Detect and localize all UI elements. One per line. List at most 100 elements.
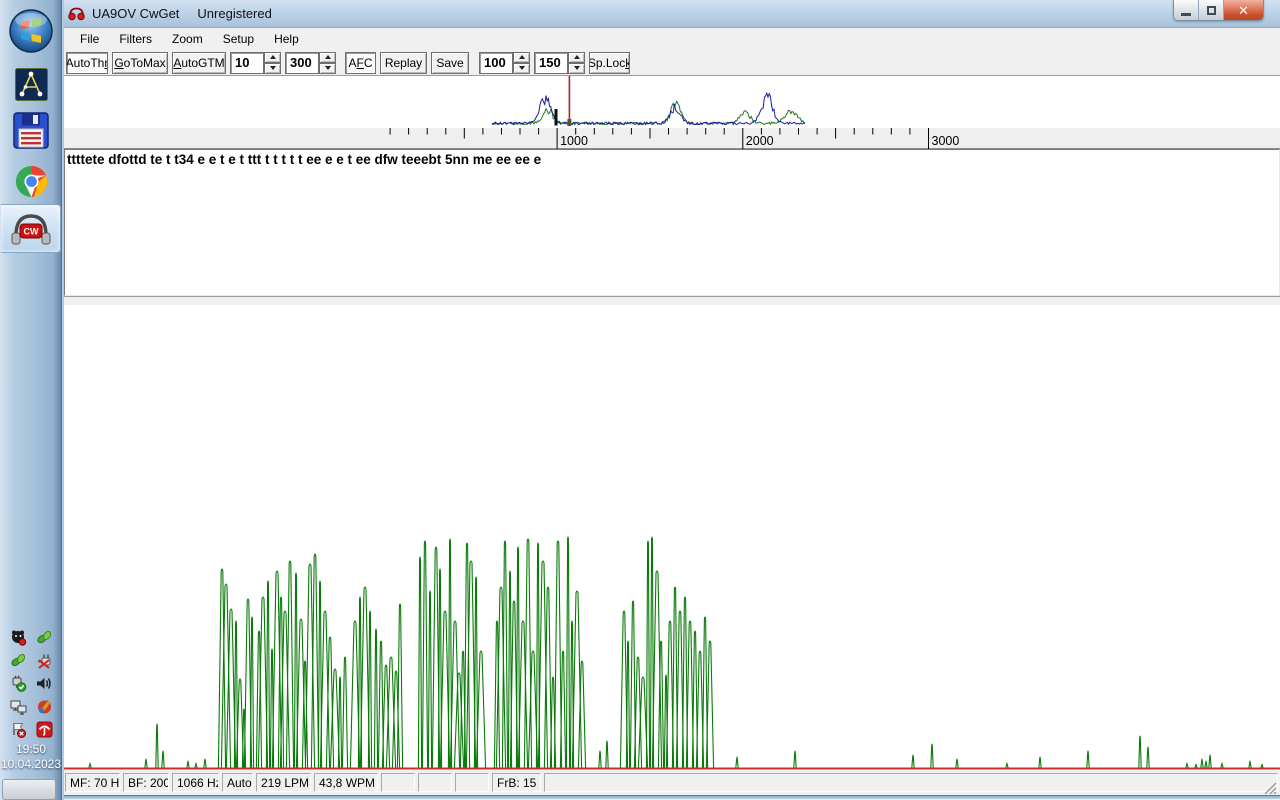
speed-min-spinner-value[interactable]: 100 <box>479 52 513 74</box>
taskbar-clock[interactable]: 19:50 10.04.2023 <box>0 742 62 772</box>
speed-max-spinner-down[interactable] <box>568 63 585 74</box>
threshold-spinner: 10 <box>230 52 281 74</box>
svg-text:CW: CW <box>23 226 38 236</box>
replay-button[interactable]: Replay <box>380 52 427 74</box>
spectrum-display[interactable] <box>64 76 1280 128</box>
desktop: CW <box>0 0 1280 800</box>
frequency-ruler: 1000 2000 3000 <box>64 128 1280 149</box>
speed-max-spinner: 150 <box>534 52 585 74</box>
speed-min-spinner-up[interactable] <box>513 52 530 63</box>
spectrum-plot <box>64 76 1280 128</box>
noise-filter-spinner-value[interactable]: 300 <box>285 52 319 74</box>
status-bar: MF: 70 HzBF: 2001066 HzAuto219 LPM43,8 W… <box>64 770 1280 795</box>
close-button[interactable]: ✕ <box>1224 0 1263 21</box>
window-title: UA9OV CwGet <box>92 6 179 21</box>
menu-bar: FileFiltersZoomSetupHelp <box>64 28 1280 50</box>
status-cell-0: MF: 70 Hz <box>65 773 120 792</box>
svg-text:1000: 1000 <box>560 134 588 148</box>
arrow-up-icon <box>325 55 331 59</box>
avira-antivirus-icon[interactable] <box>36 721 53 738</box>
noise-filter-spinner-down[interactable] <box>319 63 336 74</box>
cwget-window: UA9OV CwGet Unregistered ✕ FileFiltersZo… <box>62 0 1280 800</box>
taskbar-item-chrome[interactable] <box>0 162 62 200</box>
status-cell-1: BF: 200 <box>123 773 169 792</box>
start-button[interactable] <box>0 7 62 55</box>
minimize-button[interactable] <box>1174 0 1199 21</box>
chrome-icon <box>15 165 48 198</box>
close-icon: ✕ <box>1238 3 1249 19</box>
arrow-down-icon <box>519 66 525 70</box>
svg-text:2000: 2000 <box>746 134 774 148</box>
menu-item-zoom[interactable]: Zoom <box>164 30 211 48</box>
status-cell-9: FrB: 15 <box>492 773 541 792</box>
toolbar: AutoThrGoToMaxAutoGTM10 300 AFCReplaySave 1… <box>64 50 1280 76</box>
threshold-spinner-value[interactable]: 10 <box>230 52 264 74</box>
status-cell-4: 219 LPM <box>256 773 311 792</box>
resize-grip[interactable] <box>1264 782 1277 795</box>
signal-oscillogram <box>64 305 1280 770</box>
menu-item-help[interactable]: Help <box>266 30 307 48</box>
floppy-save-icon <box>13 112 49 149</box>
network-icon[interactable] <box>9 698 27 715</box>
windows-start-icon <box>8 8 54 54</box>
status-cell-6 <box>381 773 415 792</box>
messenger-notification-icon[interactable] <box>10 629 27 646</box>
frequency-axis: 1000 2000 3000 <box>64 128 1280 149</box>
svg-text:3000: 3000 <box>932 134 960 148</box>
arrow-down-icon <box>574 66 580 70</box>
system-tray <box>0 626 62 741</box>
arrow-up-icon <box>574 55 580 59</box>
status-cell-8 <box>455 773 489 792</box>
decoded-text-area[interactable]: ttttete dfottd te t t34 e e t e t ttt t … <box>64 149 1280 296</box>
leaf-icon-2[interactable] <box>10 652 27 669</box>
arrow-up-icon <box>519 55 525 59</box>
gotomax-button[interactable]: GoToMax <box>112 52 168 74</box>
autogtm-button[interactable]: AutoGTM <box>172 52 226 74</box>
threshold-spinner-up[interactable] <box>264 52 281 63</box>
status-cell-5: 43,8 WPM <box>314 773 378 792</box>
arrow-down-icon <box>325 66 331 70</box>
title-bar[interactable]: UA9OV CwGet Unregistered ✕ <box>64 0 1280 28</box>
clock-time: 19:50 <box>0 742 62 757</box>
taskbar-item-floppy-app[interactable] <box>0 110 62 150</box>
maximize-button[interactable] <box>1199 0 1224 21</box>
save-button[interactable]: Save <box>431 52 469 74</box>
taskbar-item-cwget-active[interactable]: CW <box>1 204 61 253</box>
speed-max-spinner-value[interactable]: 150 <box>534 52 568 74</box>
status-cell-2: 1066 Hz <box>172 773 219 792</box>
menu-item-setup[interactable]: Setup <box>215 30 262 48</box>
clock-date: 10.04.2023 <box>0 757 62 772</box>
status-cell-3: Auto <box>222 773 253 792</box>
cwget-title-icon <box>68 7 85 21</box>
maximize-icon <box>1207 6 1216 15</box>
menu-item-filters[interactable]: Filters <box>111 30 160 48</box>
menu-item-file[interactable]: File <box>72 30 107 48</box>
ccleaner-icon[interactable] <box>36 698 53 715</box>
window-controls: ✕ <box>1173 0 1264 21</box>
leaf-icon-1[interactable] <box>36 629 53 646</box>
afc-button[interactable]: AFC <box>345 52 376 74</box>
noise-filter-spinner-up[interactable] <box>319 52 336 63</box>
taskbar-item-constellation-app[interactable] <box>0 66 62 102</box>
speed-min-spinner-down[interactable] <box>513 63 530 74</box>
taskbar: CW <box>0 0 62 800</box>
speed-lock-button[interactable]: Sp.Lock <box>589 52 630 74</box>
arrow-up-icon <box>270 55 276 59</box>
show-desktop-button[interactable] <box>2 779 56 800</box>
pane-splitter[interactable] <box>64 296 1280 305</box>
usb-safely-remove-icon[interactable] <box>10 675 27 692</box>
cwget-headphones-icon: CW <box>10 211 52 247</box>
speed-max-spinner-up[interactable] <box>568 52 585 63</box>
power-plug-disconnected-icon[interactable] <box>36 652 53 669</box>
window-bottom-edge <box>64 795 1280 799</box>
noise-filter-spinner: 300 <box>285 52 336 74</box>
status-cell-10 <box>544 773 1278 792</box>
threshold-spinner-down[interactable] <box>264 63 281 74</box>
volume-icon[interactable] <box>35 675 53 692</box>
constellation-app-icon <box>15 68 48 101</box>
action-center-flag-icon[interactable] <box>10 721 27 738</box>
status-cell-7 <box>418 773 452 792</box>
minimize-icon <box>1181 13 1191 16</box>
autothr-button[interactable]: AutoThr <box>66 52 108 74</box>
decoded-text: ttttete dfottd te t t34 e e t e t ttt t … <box>67 152 541 167</box>
